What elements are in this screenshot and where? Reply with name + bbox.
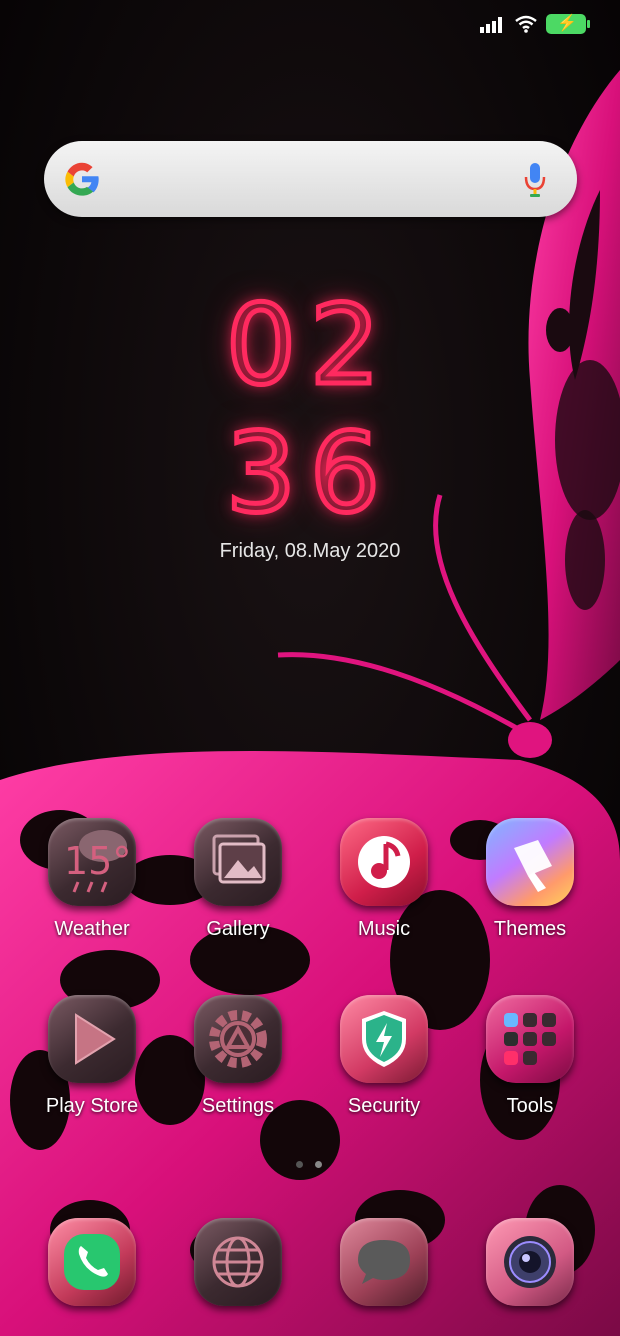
music-icon bbox=[340, 818, 428, 906]
app-label: Weather bbox=[54, 918, 130, 940]
app-label: Music bbox=[357, 918, 411, 940]
dock-camera[interactable] bbox=[465, 1218, 595, 1306]
weather-icon: 15° bbox=[48, 818, 136, 906]
app-label: Tools bbox=[506, 1095, 554, 1117]
google-g-icon bbox=[65, 162, 99, 196]
status-bar: ⚡ bbox=[480, 14, 590, 34]
mic-icon[interactable] bbox=[523, 161, 547, 199]
gallery-icon bbox=[194, 818, 282, 906]
tools-folder-icon bbox=[486, 995, 574, 1083]
app-music[interactable]: Music bbox=[319, 818, 449, 941]
page-dot-active[interactable] bbox=[315, 1161, 322, 1168]
messages-icon bbox=[340, 1218, 428, 1306]
app-tools[interactable]: Tools bbox=[465, 995, 595, 1118]
settings-icon bbox=[194, 995, 282, 1083]
clock-hours[interactable]: 02 bbox=[0, 288, 620, 403]
dock-messages[interactable] bbox=[319, 1218, 449, 1306]
app-play-store[interactable]: Play Store bbox=[27, 995, 157, 1118]
security-icon bbox=[340, 995, 428, 1083]
app-label: Security bbox=[347, 1095, 421, 1117]
play-store-icon bbox=[48, 995, 136, 1083]
app-label: Themes bbox=[493, 918, 567, 940]
page-indicator[interactable] bbox=[296, 1161, 322, 1168]
wifi-icon bbox=[515, 15, 537, 33]
clock-minutes[interactable]: 36 bbox=[0, 416, 620, 531]
app-themes[interactable]: Themes bbox=[465, 818, 595, 941]
dock-browser[interactable] bbox=[173, 1218, 303, 1306]
browser-icon bbox=[194, 1218, 282, 1306]
signal-bars-icon bbox=[480, 17, 502, 33]
dock-phone[interactable] bbox=[27, 1218, 157, 1306]
battery-charging-icon: ⚡ bbox=[546, 14, 590, 34]
app-gallery[interactable]: Gallery bbox=[173, 818, 303, 941]
weather-temperature: 15° bbox=[64, 839, 131, 883]
google-search-bar[interactable] bbox=[44, 141, 577, 217]
app-label: Settings bbox=[201, 1095, 275, 1117]
app-weather[interactable]: 15° Weather bbox=[27, 818, 157, 941]
clock-date[interactable]: Friday, 08.May 2020 bbox=[0, 540, 620, 563]
app-security[interactable]: Security bbox=[319, 995, 449, 1118]
app-label: Play Store bbox=[45, 1095, 139, 1117]
camera-icon bbox=[486, 1218, 574, 1306]
themes-icon bbox=[486, 818, 574, 906]
page-dot[interactable] bbox=[296, 1161, 303, 1168]
app-settings[interactable]: Settings bbox=[173, 995, 303, 1118]
phone-icon bbox=[48, 1218, 136, 1306]
app-label: Gallery bbox=[206, 918, 270, 940]
